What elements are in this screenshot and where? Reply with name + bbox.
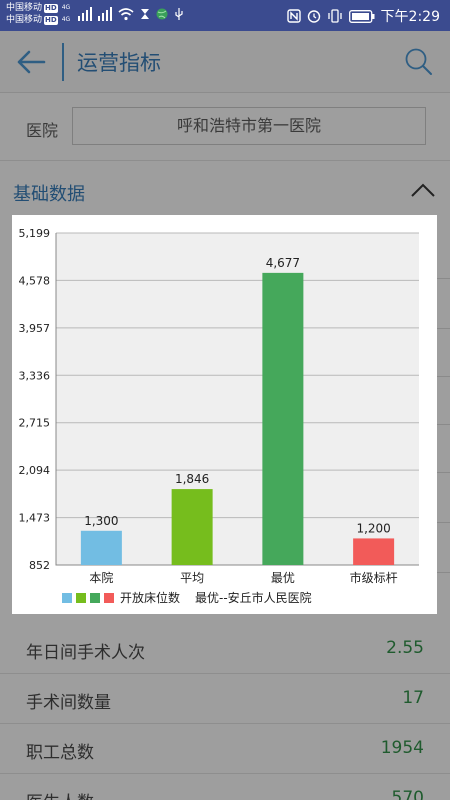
list-item: 职工总数 1954 — [0, 724, 450, 774]
status-icons — [78, 7, 184, 21]
legend-note: 最优--安丘市人民医院 — [195, 590, 312, 605]
usb-icon — [175, 7, 183, 20]
carrier-name-1: 中国移动 — [6, 3, 43, 13]
bar-chart: 852 1,473 2,094 2,715 3,336 3,957 4,578 5,199 1… — [19, 227, 419, 605]
list-item-value: 570 — [391, 788, 424, 800]
bar-value-label: 4,677 — [266, 256, 300, 270]
clock: 下午2:29 — [380, 9, 440, 25]
list-item-label: 年日间手术人次 — [26, 643, 145, 663]
header-divider — [62, 43, 64, 81]
app-header: 运营指标 — [0, 31, 450, 93]
hospital-selector-row: 医院 呼和浩特市第一医院 — [0, 93, 450, 161]
legend-swatch — [104, 593, 114, 603]
wifi-icon — [118, 8, 134, 21]
bar-value-label: 1,300 — [84, 514, 118, 528]
chart-dialog: 852 1,473 2,094 2,715 3,336 3,957 4,578 5,199 1… — [12, 215, 437, 614]
y-tick-label: 3,957 — [19, 322, 51, 335]
legend-swatch — [62, 593, 72, 603]
y-tick-label: 5,199 — [19, 227, 51, 240]
x-category-label: 最优 — [271, 571, 295, 585]
list-item-value: 1954 — [380, 738, 424, 758]
list-item: 手术间数量 17 — [0, 674, 450, 724]
x-category-label: 市级标杆 — [350, 570, 398, 585]
list-item-label: 医生人数 — [26, 788, 94, 800]
nfc-icon — [286, 9, 301, 23]
chevron-up-icon[interactable] — [410, 182, 436, 198]
bar — [262, 272, 304, 565]
status-right: 下午2:29 — [286, 6, 440, 26]
search-icon[interactable] — [404, 47, 434, 77]
hd-badge-2: HD — [44, 15, 58, 25]
y-tick-label: 2,715 — [19, 417, 51, 430]
signal-icon-2 — [98, 7, 112, 21]
globe-icon — [156, 8, 168, 20]
bar — [353, 538, 395, 565]
x-category-label: 平均 — [180, 571, 204, 585]
bar — [171, 489, 213, 565]
section-header[interactable]: 基础数据 — [0, 162, 450, 214]
bar-value-label: 1,846 — [175, 472, 209, 486]
alarm-icon — [307, 10, 320, 23]
hospital-label: 医院 — [26, 121, 59, 140]
section-title: 基础数据 — [13, 184, 85, 205]
signal-icon — [78, 7, 92, 21]
hourglass-icon — [141, 9, 149, 19]
hd-badge-1: HD — [44, 3, 58, 13]
list-item-value: 2.55 — [386, 638, 424, 658]
y-tick-label: 3,336 — [19, 369, 51, 382]
hospital-field[interactable]: 呼和浩特市第一医院 — [72, 107, 426, 145]
legend-swatch — [76, 593, 86, 603]
carrier-name-2: 中国移动 — [6, 15, 43, 25]
y-tick-label: 4,578 — [19, 274, 51, 287]
legend-label: 开放床位数 — [120, 590, 180, 605]
list-item: 年日间手术人次 2.55 — [0, 624, 450, 674]
battery-icon — [348, 9, 375, 23]
status-bar: 中国移动 HD 4G 中国移动 HD 4G 下午2:29 — [0, 0, 450, 31]
list-item-value: 17 — [402, 688, 424, 708]
x-category-label: 本院 — [89, 571, 113, 585]
legend-swatch — [90, 593, 100, 603]
y-tick-label: 2,094 — [19, 464, 51, 477]
list-item: 医生人数 570 — [0, 774, 450, 800]
network-type-2: 4G — [61, 16, 71, 23]
vibrate-icon — [327, 9, 342, 23]
page-title: 运营指标 — [77, 51, 161, 75]
network-type-1: 4G — [61, 4, 71, 11]
y-tick-label: 1,473 — [19, 512, 51, 525]
bar — [80, 530, 122, 565]
list-item-label: 职工总数 — [26, 743, 94, 763]
carrier-info: 中国移动 HD 4G 中国移动 HD 4G — [6, 2, 70, 26]
bar-value-label: 1,200 — [356, 521, 390, 535]
list-item-label: 手术间数量 — [26, 693, 111, 713]
y-tick-label: 852 — [29, 559, 50, 572]
back-arrow-icon[interactable] — [16, 49, 46, 75]
